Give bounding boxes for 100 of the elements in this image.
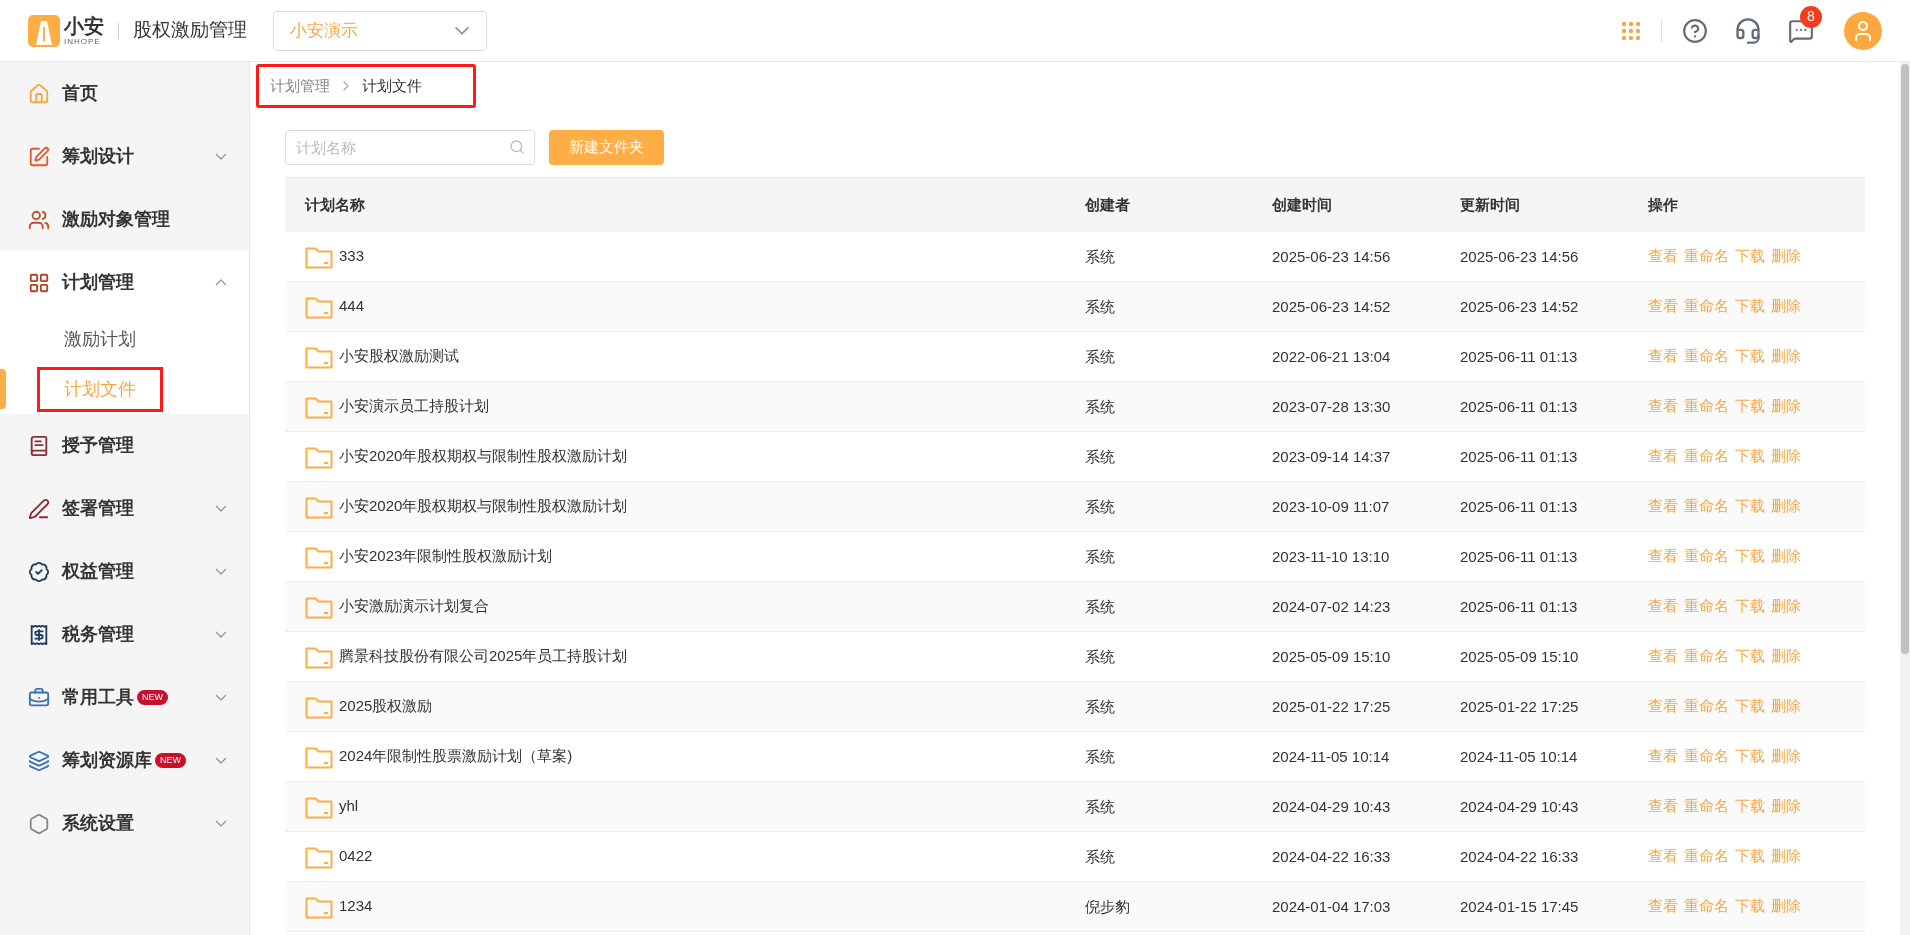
action-link[interactable]: 删除 <box>1771 695 1801 718</box>
action-link[interactable]: 重命名 <box>1684 445 1729 468</box>
table-cell: 系统 <box>1085 347 1115 365</box>
action-link[interactable]: 重命名 <box>1684 745 1729 768</box>
action-link[interactable]: 删除 <box>1771 445 1801 468</box>
action-link[interactable]: 删除 <box>1771 495 1801 518</box>
action-link[interactable]: 下载 <box>1735 395 1765 418</box>
submenu-item[interactable]: 计划文件 <box>64 378 136 399</box>
table-cell: 2024-01-04 17:03 <box>1272 897 1391 915</box>
action-link[interactable]: 删除 <box>1771 645 1801 668</box>
breadcrumb-item[interactable]: 计划管理 <box>270 74 330 98</box>
action-link[interactable]: 下载 <box>1735 295 1765 318</box>
sidebar-menu-item[interactable]: 签署管理 <box>0 477 249 540</box>
menu-label: 激励对象管理 <box>62 208 170 231</box>
action-link[interactable]: 删除 <box>1771 545 1801 568</box>
table-cell-text: 小安股权激励测试 <box>339 346 459 367</box>
sidebar-menu-item[interactable]: 常用工具 NEW <box>0 666 249 729</box>
action-link[interactable]: 下载 <box>1735 795 1765 818</box>
logo-icon <box>28 14 60 47</box>
column-header: 操作 <box>1648 196 1678 213</box>
action-link[interactable]: 下载 <box>1735 495 1765 518</box>
sidebar-menu-item[interactable]: 激励对象管理 <box>0 188 249 251</box>
submenu-item[interactable]: 激励计划 <box>64 328 136 349</box>
action-link[interactable]: 下载 <box>1735 445 1765 468</box>
action-link[interactable]: 重命名 <box>1684 795 1729 818</box>
menu-label: 税务管理 <box>62 623 134 646</box>
action-link[interactable]: 下载 <box>1735 595 1765 618</box>
action-link[interactable]: 重命名 <box>1684 245 1729 268</box>
action-link[interactable]: 删除 <box>1771 845 1801 868</box>
table-cell: 2025-05-09 15:10 <box>1272 647 1391 665</box>
action-link[interactable]: 查看 <box>1648 595 1678 618</box>
sidebar-menu-item[interactable]: 系统设置 <box>0 792 249 855</box>
action-link[interactable]: 查看 <box>1648 345 1678 368</box>
action-link[interactable]: 查看 <box>1648 845 1678 868</box>
action-link[interactable]: 查看 <box>1648 245 1678 268</box>
table-cell: 2025-06-23 14:56 <box>1460 247 1579 265</box>
action-link[interactable]: 重命名 <box>1684 395 1729 418</box>
sidebar-menu-item[interactable]: 授予管理 <box>0 414 249 477</box>
table-cell: 2025-06-11 01:13 <box>1460 397 1578 415</box>
action-link[interactable]: 重命名 <box>1684 895 1729 918</box>
action-link[interactable]: 下载 <box>1735 895 1765 918</box>
help-icon[interactable] <box>1682 17 1708 44</box>
search-icon <box>509 139 525 155</box>
action-link[interactable]: 查看 <box>1648 495 1678 518</box>
menu-label: 常用工具 <box>62 686 134 709</box>
action-link[interactable]: 下载 <box>1735 345 1765 368</box>
table-cell: 2025-06-11 01:13 <box>1460 597 1578 615</box>
document-icon <box>28 434 50 457</box>
action-link[interactable]: 重命名 <box>1684 695 1729 718</box>
sidebar-menu-item[interactable]: 权益管理 <box>0 540 249 603</box>
action-link[interactable]: 下载 <box>1735 745 1765 768</box>
table-cell-text: 2025股权激励 <box>339 696 433 717</box>
action-link[interactable]: 删除 <box>1771 745 1801 768</box>
action-link[interactable]: 下载 <box>1735 645 1765 668</box>
action-link[interactable]: 删除 <box>1771 245 1801 268</box>
sidebar-menu-item[interactable]: 计划管理 <box>0 251 249 314</box>
action-link[interactable]: 下载 <box>1735 545 1765 568</box>
column-header: 创建者 <box>1085 196 1130 213</box>
action-link[interactable]: 下载 <box>1735 245 1765 268</box>
action-link[interactable]: 查看 <box>1648 695 1678 718</box>
table-cell: 系统 <box>1085 547 1115 565</box>
headset-icon[interactable] <box>1734 16 1762 45</box>
sidebar-menu-item[interactable]: 筹划资源库 NEW <box>0 729 249 792</box>
notification-badge: 8 <box>1800 5 1822 28</box>
sidebar-menu-item[interactable]: 筹划设计 <box>0 125 249 188</box>
sidebar-menu-item[interactable]: 首页 <box>0 62 249 125</box>
action-link[interactable]: 查看 <box>1648 545 1678 568</box>
table-cell: 2023-10-09 11:07 <box>1272 497 1390 515</box>
action-link[interactable]: 查看 <box>1648 445 1678 468</box>
action-link[interactable]: 重命名 <box>1684 345 1729 368</box>
action-link[interactable]: 查看 <box>1648 645 1678 668</box>
action-link[interactable]: 查看 <box>1648 395 1678 418</box>
action-link[interactable]: 删除 <box>1771 795 1801 818</box>
search-field[interactable]: 计划名称 <box>285 130 535 165</box>
action-link[interactable]: 重命名 <box>1684 495 1729 518</box>
action-link[interactable]: 重命名 <box>1684 595 1729 618</box>
new-folder-button[interactable]: 新建文件夹 <box>549 130 664 165</box>
action-link[interactable]: 删除 <box>1771 295 1801 318</box>
grid-icon <box>28 271 50 294</box>
action-link[interactable]: 查看 <box>1648 745 1678 768</box>
action-link[interactable]: 删除 <box>1771 595 1801 618</box>
menu-label: 计划管理 <box>62 271 134 294</box>
action-link[interactable]: 删除 <box>1771 345 1801 368</box>
sidebar-menu-item[interactable]: 税务管理 <box>0 603 249 666</box>
pen-icon <box>28 497 50 520</box>
action-link[interactable]: 查看 <box>1648 295 1678 318</box>
table-cell-text: yhl <box>339 796 359 817</box>
table-cell: 系统 <box>1085 697 1115 715</box>
action-link[interactable]: 下载 <box>1735 695 1765 718</box>
action-link[interactable]: 重命名 <box>1684 645 1729 668</box>
action-link[interactable]: 重命名 <box>1684 545 1729 568</box>
action-link[interactable]: 删除 <box>1771 895 1801 918</box>
action-link[interactable]: 重命名 <box>1684 845 1729 868</box>
table-cell: 2024-04-22 16:33 <box>1460 847 1579 865</box>
company-select[interactable]: 小安演示 <box>273 10 487 51</box>
action-link[interactable]: 删除 <box>1771 395 1801 418</box>
action-link[interactable]: 下载 <box>1735 845 1765 868</box>
action-link[interactable]: 查看 <box>1648 795 1678 818</box>
action-link[interactable]: 查看 <box>1648 895 1678 918</box>
action-link[interactable]: 重命名 <box>1684 295 1729 318</box>
